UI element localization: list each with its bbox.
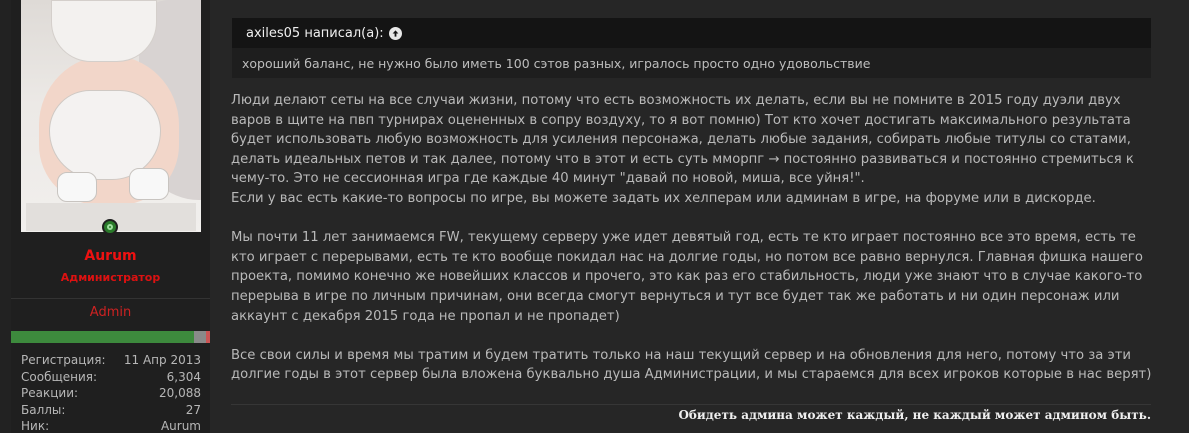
avatar-shoe-left — [57, 172, 97, 202]
stat-row-reactions: Реакции: 20,088 — [21, 385, 201, 402]
user-title: Администратор — [60, 271, 161, 284]
avatar-shorts — [49, 90, 161, 180]
stat-value: Aurum — [160, 419, 201, 433]
user-stats: Регистрация: 11 Апр 2013 Сообщения: 6,30… — [21, 352, 201, 433]
stat-value: 11 Апр 2013 — [123, 353, 201, 367]
username[interactable]: Aurum — [11, 248, 210, 264]
user-avatar[interactable] — [21, 0, 201, 232]
page: Aurum Администратор Admin Регистрация: 1… — [0, 0, 1189, 433]
reputation-bar-negative — [206, 331, 210, 343]
quote-body: хороший баланс, не нужно было иметь 100 … — [242, 56, 871, 71]
stat-row-points: Баллы: 27 — [21, 402, 201, 419]
message-body: Люди делают сеты на все случаи жизни, по… — [231, 91, 1156, 385]
role-banner: Admin — [89, 305, 132, 320]
stat-label: Реакции: — [21, 386, 79, 400]
stat-label: Баллы: — [21, 402, 66, 417]
user-panel: Aurum Администратор Admin Регистрация: 1… — [11, 0, 210, 433]
avatar-top — [51, 0, 157, 62]
stat-label: Ник: — [21, 419, 50, 433]
stat-value: 20,088 — [159, 386, 201, 400]
signature-divider — [231, 404, 1151, 405]
arrow-up-circle-icon[interactable] — [388, 26, 402, 40]
stat-value[interactable]: 6,304 — [167, 369, 201, 386]
message-paragraph: Все свои силы и время мы тратим и будем … — [231, 347, 1152, 383]
message-paragraph: Мы почти 11 лет занимаемся FW, текущему … — [231, 230, 1143, 324]
left-edge — [0, 0, 11, 433]
message-paragraph: Люди делают сеты на все случаи жизни, по… — [231, 93, 1134, 187]
online-status-icon — [102, 219, 118, 235]
reputation-bar-neutral — [194, 331, 206, 343]
quote-block: axiles05 написал(а): хороший баланс, не … — [232, 18, 1151, 78]
stat-value[interactable]: 27 — [186, 402, 201, 419]
stat-row-nick: Ник: Aurum — [21, 418, 201, 433]
reputation-bar — [11, 331, 210, 343]
divider — [11, 298, 210, 299]
signature: Обидеть админа может каждый, не каждый м… — [678, 408, 1151, 422]
stat-label: Регистрация: — [21, 353, 106, 367]
stat-row-messages: Сообщения: 6,304 — [21, 369, 201, 386]
quote-header: axiles05 написал(а): — [232, 18, 1151, 48]
stat-label: Сообщения: — [21, 369, 98, 384]
message-paragraph: Если у вас есть какие-то вопросы по игре… — [231, 190, 1096, 206]
stat-row-registration: Регистрация: 11 Апр 2013 — [21, 352, 201, 369]
quote-author[interactable]: axiles05 написал(а): — [246, 26, 384, 41]
avatar-shoe-right — [129, 168, 169, 200]
